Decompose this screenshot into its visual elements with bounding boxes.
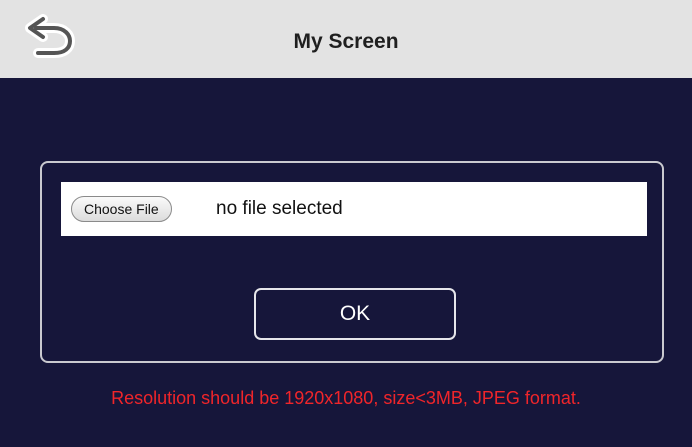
file-input[interactable]: Choose File no file selected bbox=[61, 182, 647, 236]
resolution-note: Resolution should be 1920x1080, size<3MB… bbox=[111, 388, 581, 408]
ok-button[interactable]: OK bbox=[254, 288, 456, 340]
choose-file-button[interactable]: Choose File bbox=[71, 196, 172, 222]
top-bar: My Screen bbox=[0, 0, 692, 78]
file-status-text: no file selected bbox=[216, 198, 343, 219]
page-title: My Screen bbox=[293, 30, 399, 53]
